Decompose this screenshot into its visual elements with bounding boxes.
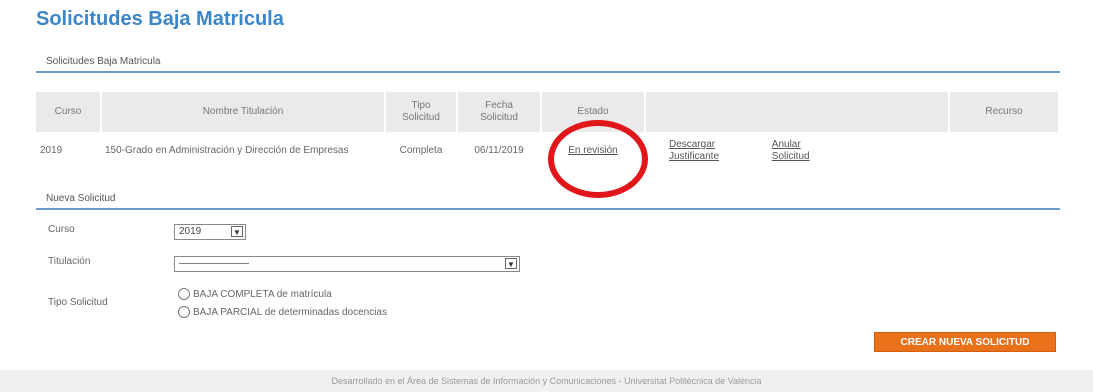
cell-tipo: Completa [399, 145, 443, 156]
anular-solicitud-link[interactable]: Anular Solicitud [772, 139, 822, 163]
cell-titulacion: 150-Grado en Administración y Dirección … [105, 145, 349, 156]
tipo-label: Tipo Solicitud [48, 297, 108, 308]
requests-section-header: Solicitudes Baja Matricula [36, 56, 1060, 73]
new-request-section-header: Nueva Solicitud [36, 193, 1060, 210]
chevron-down-icon: ▼ [231, 226, 243, 237]
new-request-section-title: Nueva Solicitud [46, 193, 116, 204]
radio-option-completa[interactable]: BAJA COMPLETA de matrícula [178, 288, 332, 300]
radio-completa[interactable] [178, 288, 190, 300]
radio-parcial-label: BAJA PARCIAL de determinadas docencias [193, 306, 387, 318]
radio-completa-label: BAJA COMPLETA de matrícula [193, 288, 332, 300]
col-tipo: Tipo Solicitud [385, 92, 458, 132]
page-title: Solicitudes Baja Matricula [36, 8, 284, 30]
radio-parcial[interactable] [178, 306, 190, 318]
titulacion-select[interactable]: ——————— ▼ [174, 256, 520, 272]
col-actions [645, 92, 950, 132]
cell-recurso [949, 132, 1059, 170]
chevron-down-icon: ▼ [505, 258, 517, 269]
footer: Desarrollado en el Área de Sistemas de I… [0, 370, 1093, 392]
create-request-button[interactable]: CREAR NUEVA SOLICITUD [874, 332, 1056, 352]
col-curso: Curso [36, 92, 102, 132]
requests-section-title: Solicitudes Baja Matricula [46, 56, 161, 67]
tipo-row: Tipo Solicitud BAJA COMPLETA de matrícul… [48, 288, 648, 328]
col-recurso: Recurso [949, 92, 1060, 132]
curso-label: Curso [48, 224, 75, 235]
col-fecha: Fecha Solicitud [457, 92, 542, 132]
col-fecha-label: Fecha Solicitud [480, 100, 518, 123]
titulacion-label: Titulación [48, 256, 91, 267]
col-tipo-label: Tipo Solicitud [402, 100, 440, 123]
cell-curso: 2019 [40, 145, 63, 156]
descargar-justificante-link[interactable]: Descargar Justificante [669, 139, 739, 163]
radio-option-parcial[interactable]: BAJA PARCIAL de determinadas docencias [178, 306, 387, 318]
cell-fecha: 06/11/2019 [474, 145, 524, 156]
curso-select-value: 2019 [179, 226, 202, 237]
curso-select[interactable]: 2019 ▼ [174, 224, 246, 240]
annotation-circle [548, 120, 648, 198]
cell-actions: Descargar Justificante Anular Solicitud [645, 132, 949, 170]
titulacion-select-value: ——————— [179, 258, 249, 269]
col-titulacion: Nombre Titulación [101, 92, 386, 132]
